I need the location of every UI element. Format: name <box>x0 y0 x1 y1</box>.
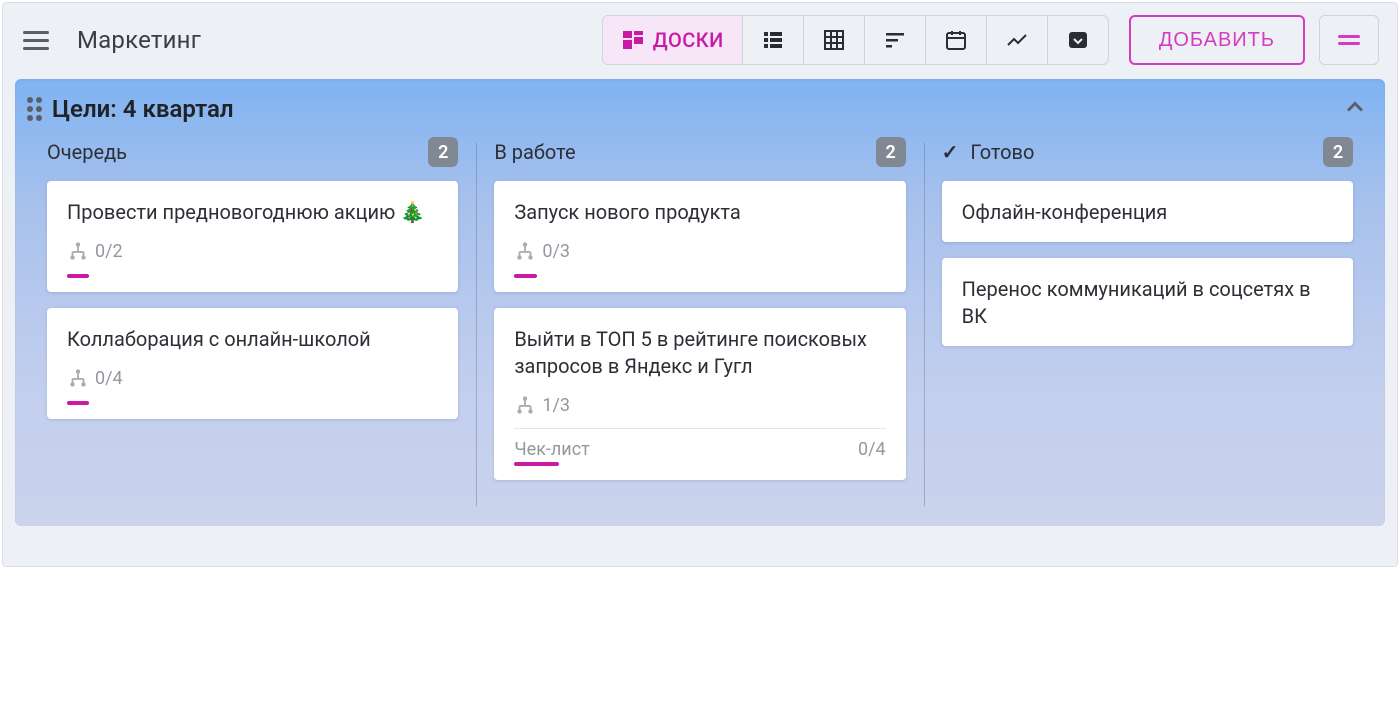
archive-icon <box>1066 28 1090 52</box>
columns: Очередь 2 Провести предновогоднюю акцию 🎄 … <box>15 133 1385 496</box>
card-progress-fill <box>67 274 89 278</box>
tab-list[interactable] <box>743 16 804 64</box>
card-progress <box>514 462 885 466</box>
board: Цели: 4 квартал Очередь 2 Провести преднов… <box>15 79 1385 526</box>
card-checklist-label: Чек-лист <box>514 439 589 460</box>
column-header: Очередь 2 <box>47 137 458 167</box>
app-window: Маркетинг ДОСКИ <box>2 2 1398 567</box>
card[interactable]: Выйти в ТОП 5 в рейтинге поисковых запро… <box>494 308 905 480</box>
card-subtasks: 1/3 <box>514 394 885 416</box>
card[interactable]: Провести предновогоднюю акцию 🎄 0/2 <box>47 181 458 292</box>
card-progress <box>514 274 885 278</box>
menu-icon[interactable] <box>21 23 55 57</box>
card[interactable]: Офлайн-конференция <box>942 181 1353 242</box>
column-name[interactable]: В работе <box>494 140 575 164</box>
add-button[interactable]: ДОБАВИТЬ <box>1129 15 1305 65</box>
card-progress-fill <box>514 274 536 278</box>
card-title: Выйти в ТОП 5 в рейтинге поисковых запро… <box>514 326 885 380</box>
card-title: Запуск нового продукта <box>514 199 885 226</box>
column-count-badge: 2 <box>1323 137 1353 167</box>
column: Готово 2 Офлайн-конференция Перенос коммуни… <box>924 137 1371 496</box>
grid-icon <box>822 28 846 52</box>
card-subtasks-count: 0/4 <box>95 368 123 389</box>
kanban-icon <box>621 28 645 52</box>
chevron-up-icon <box>1341 93 1369 121</box>
subtasks-icon <box>67 240 89 262</box>
tab-activity[interactable] <box>987 16 1048 64</box>
subtasks-icon <box>514 240 536 262</box>
card[interactable]: Коллаборация с онлайн-школой 0/4 <box>47 308 458 419</box>
list-icon <box>761 28 785 52</box>
tab-grid[interactable] <box>804 16 865 64</box>
tab-sort[interactable] <box>865 16 926 64</box>
subtasks-icon <box>514 394 536 416</box>
tab-archive[interactable] <box>1048 16 1108 64</box>
view-tabs: ДОСКИ <box>602 15 1109 65</box>
card-subtasks-count: 0/3 <box>542 241 570 262</box>
board-header: Цели: 4 квартал <box>15 79 1385 133</box>
card-progress <box>67 274 438 278</box>
sort-icon <box>883 28 907 52</box>
card-subtasks-count: 0/2 <box>95 241 123 262</box>
column-header: Готово 2 <box>942 137 1353 167</box>
column-count-badge: 2 <box>428 137 458 167</box>
card-title: Провести предновогоднюю акцию 🎄 <box>67 199 438 226</box>
card[interactable]: Перенос коммуникаций в соцсетях в ВК <box>942 258 1353 346</box>
card-subtasks: 0/2 <box>67 240 438 262</box>
card[interactable]: Запуск нового продукта 0/3 <box>494 181 905 292</box>
toolbar: Маркетинг ДОСКИ <box>3 3 1397 79</box>
card-subtasks: 0/3 <box>514 240 885 262</box>
activity-icon <box>1005 28 1029 52</box>
card-title: Офлайн-конференция <box>962 199 1333 226</box>
column: Очередь 2 Провести предновогоднюю акцию 🎄 … <box>29 137 476 496</box>
board-title: Цели: 4 квартал <box>52 95 234 123</box>
tab-calendar[interactable] <box>926 16 987 64</box>
collapse-button[interactable] <box>1341 93 1369 125</box>
card-progress <box>67 401 438 405</box>
calendar-icon <box>944 28 968 52</box>
card-progress-fill <box>514 462 559 466</box>
drag-handle-button[interactable] <box>1319 15 1379 65</box>
card-subtasks-count: 1/3 <box>542 395 570 416</box>
column-count-badge: 2 <box>876 137 906 167</box>
column: В работе 2 Запуск нового продукта 0/3 Выйти… <box>476 137 923 496</box>
column-name[interactable]: Очередь <box>47 140 127 164</box>
add-button-label: ДОБАВИТЬ <box>1159 29 1275 52</box>
tab-boards-label: ДОСКИ <box>653 28 724 52</box>
subtasks-icon <box>67 367 89 389</box>
column-header: В работе 2 <box>494 137 905 167</box>
card-checklist-count: 0/4 <box>858 439 886 460</box>
tab-boards[interactable]: ДОСКИ <box>603 16 743 64</box>
card-subtasks: 0/4 <box>67 367 438 389</box>
card-checklist: Чек-лист 0/4 <box>514 428 885 460</box>
column-name[interactable]: Готово <box>942 140 1035 164</box>
page-title: Маркетинг <box>77 26 201 54</box>
grip-icon[interactable] <box>27 97 42 121</box>
card-title: Коллаборация с онлайн-школой <box>67 326 438 353</box>
card-progress-fill <box>67 401 89 405</box>
card-title: Перенос коммуникаций в соцсетях в ВК <box>962 276 1333 330</box>
